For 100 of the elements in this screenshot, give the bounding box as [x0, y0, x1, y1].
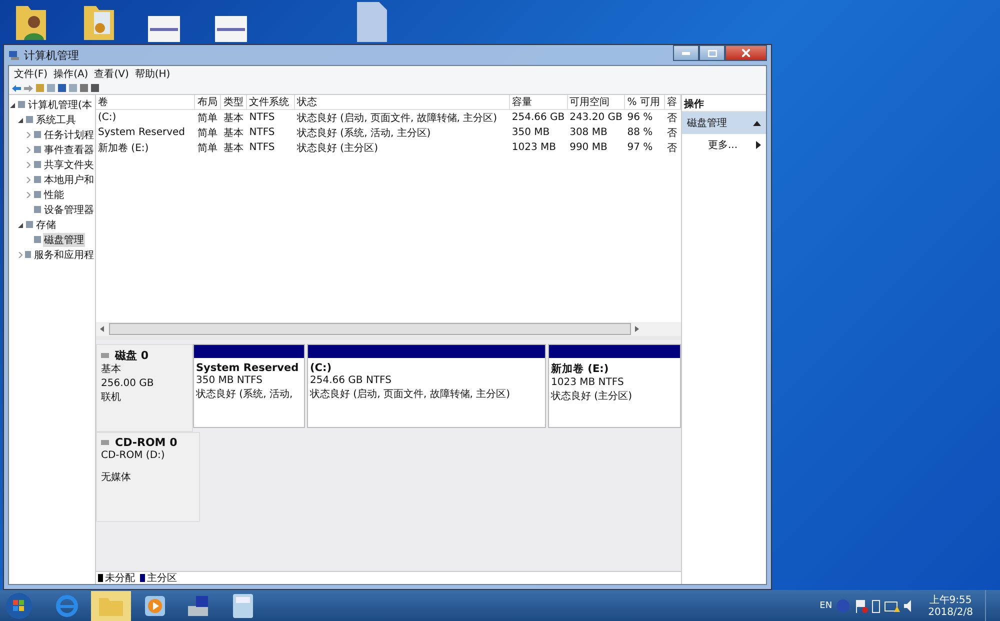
disk-name: 磁盘 0: [115, 348, 148, 363]
cd-drive-icon: [101, 440, 109, 446]
browser-icon: [55, 594, 79, 618]
legend-label: 未分配: [105, 572, 135, 585]
partition-status: 状态良好 (系统, 活动,: [196, 388, 294, 402]
tree-item[interactable]: 磁盘管理: [43, 232, 85, 246]
screenshot-thumbnail-icon[interactable]: [148, 16, 180, 42]
action-link[interactable]: 更多...: [708, 138, 738, 152]
tree-item[interactable]: 性能: [43, 188, 65, 202]
node-icon: [34, 131, 41, 138]
computer-management-icon: [8, 49, 20, 61]
tree-item[interactable]: 共享文件夹: [43, 158, 95, 172]
column-header[interactable]: 类型: [221, 95, 248, 109]
legend-label: 主分区: [147, 572, 177, 585]
table-cell-text: 否: [666, 142, 678, 154]
tree-item[interactable]: 任务计划程: [43, 128, 95, 142]
table-cell-text: NTFS: [248, 142, 276, 153]
table-cell-text: 96 %: [626, 112, 654, 123]
battery-icon[interactable]: [872, 598, 880, 612]
tree-item[interactable]: 事件查看器: [43, 142, 95, 156]
collapse-arrow-icon: [753, 120, 761, 126]
column-header[interactable]: 布局: [195, 95, 222, 109]
menu-item[interactable]: 操作(A): [54, 67, 88, 81]
expanded-arrow-icon[interactable]: [18, 116, 24, 122]
column-header[interactable]: 容量: [510, 95, 568, 109]
minimize-icon: [682, 52, 690, 54]
column-header[interactable]: 可用空间: [568, 95, 626, 109]
network-warning-icon[interactable]: [884, 598, 900, 612]
node-icon: [34, 146, 41, 153]
calculator-icon: [233, 594, 253, 618]
partition-name: (C:): [310, 362, 333, 374]
partition-name: System Reserved: [196, 362, 300, 374]
horizontal-scrollbar[interactable]: [96, 322, 681, 336]
play-icon: [144, 594, 166, 616]
node-icon: [25, 251, 31, 258]
screenshot-thumbnail-icon[interactable]: [215, 16, 247, 42]
node-icon: [34, 236, 41, 243]
start-button[interactable]: [5, 592, 33, 620]
table-cell-text: 350 MB: [510, 127, 551, 138]
column-header[interactable]: 文件系统: [247, 95, 295, 109]
clock-date[interactable]: 2018/2/8: [928, 607, 973, 618]
maximize-button[interactable]: [699, 45, 725, 61]
menu-item[interactable]: 查看(V): [94, 67, 129, 81]
node-icon: [34, 191, 41, 198]
language-indicator[interactable]: EN: [820, 600, 832, 610]
table-cell-text: NTFS: [248, 127, 276, 138]
tree-item[interactable]: 服务和应用程: [33, 248, 95, 262]
partition-size: 254.66 GB NTFS: [310, 374, 392, 388]
partition-block[interactable]: (C:) 254.66 GB NTFS 状态良好 (启动, 页面文件, 故障转储, 主分区): [307, 344, 546, 428]
menu-item[interactable]: 帮助(H): [134, 67, 170, 81]
table-cell-text: 243.20 GB: [568, 112, 624, 123]
menu-item[interactable]: 文件(F): [14, 67, 48, 81]
column-header[interactable]: 容: [665, 95, 681, 109]
table-cell-text: 状态良好 (启动, 页面文件, 故障转储, 主分区): [296, 112, 498, 124]
expanded-arrow-icon[interactable]: [10, 102, 16, 108]
tree-item[interactable]: 计算机管理(本: [27, 98, 93, 112]
table-cell-text: 基本: [222, 126, 244, 140]
minimize-button[interactable]: [673, 45, 699, 61]
tree-item[interactable]: 设备管理器: [43, 202, 95, 216]
tree-item[interactable]: 系统工具: [35, 112, 77, 126]
table-cell-text: (C:): [97, 112, 118, 123]
expanded-arrow-icon[interactable]: [18, 222, 24, 228]
section-title: 磁盘管理: [687, 117, 727, 130]
table-cell-text: 否: [666, 126, 678, 140]
actions-section[interactable]: 磁盘管理: [682, 112, 766, 134]
partition-size: 1023 MB NTFS: [551, 376, 625, 390]
column-header[interactable]: 状态: [295, 95, 510, 109]
file-icon[interactable]: [357, 2, 387, 42]
tree-item[interactable]: 存储: [35, 218, 57, 232]
submenu-arrow-icon: [756, 141, 761, 149]
partition-block[interactable]: System Reserved 350 MB NTFS 状态良好 (系统, 活动,: [193, 344, 305, 428]
table-cell-text: 基本: [222, 112, 244, 124]
disk-status: 无媒体: [101, 471, 132, 485]
clock-time[interactable]: 上午9:55: [929, 593, 972, 607]
table-cell-text: 基本: [222, 142, 244, 154]
table-cell-text: NTFS: [248, 112, 276, 123]
table-cell-text: 状态良好 (主分区): [296, 142, 379, 154]
table-cell-text: 简单: [196, 142, 218, 154]
close-button[interactable]: [725, 45, 767, 61]
scroll-right-icon[interactable]: [635, 326, 640, 332]
tree-item[interactable]: 本地用户和: [43, 172, 95, 186]
node-icon: [34, 161, 41, 168]
table-cell-text: 97 %: [626, 142, 654, 153]
back-icon[interactable]: [12, 84, 21, 92]
close-icon: [742, 49, 750, 57]
scroll-left-icon[interactable]: [100, 326, 105, 332]
disk-type: 基本: [101, 363, 122, 377]
partition-block[interactable]: 新加卷 (E:) 1023 MB NTFS 状态良好 (主分区): [548, 344, 681, 428]
partition-status: 状态良好 (主分区): [551, 390, 633, 404]
node-icon: [34, 206, 41, 213]
flag-icon[interactable]: [854, 598, 868, 612]
maximize-icon: [708, 50, 716, 56]
node-icon: [26, 221, 33, 228]
column-header[interactable]: % 可用: [625, 95, 666, 109]
table-cell-text: 否: [666, 112, 678, 124]
forward-icon[interactable]: [24, 84, 33, 92]
disk-name: CD-ROM 0: [115, 436, 178, 449]
column-header[interactable]: 卷: [96, 95, 196, 109]
partition-size: 350 MB NTFS: [196, 374, 264, 388]
table-cell-text: 88 %: [626, 127, 654, 138]
